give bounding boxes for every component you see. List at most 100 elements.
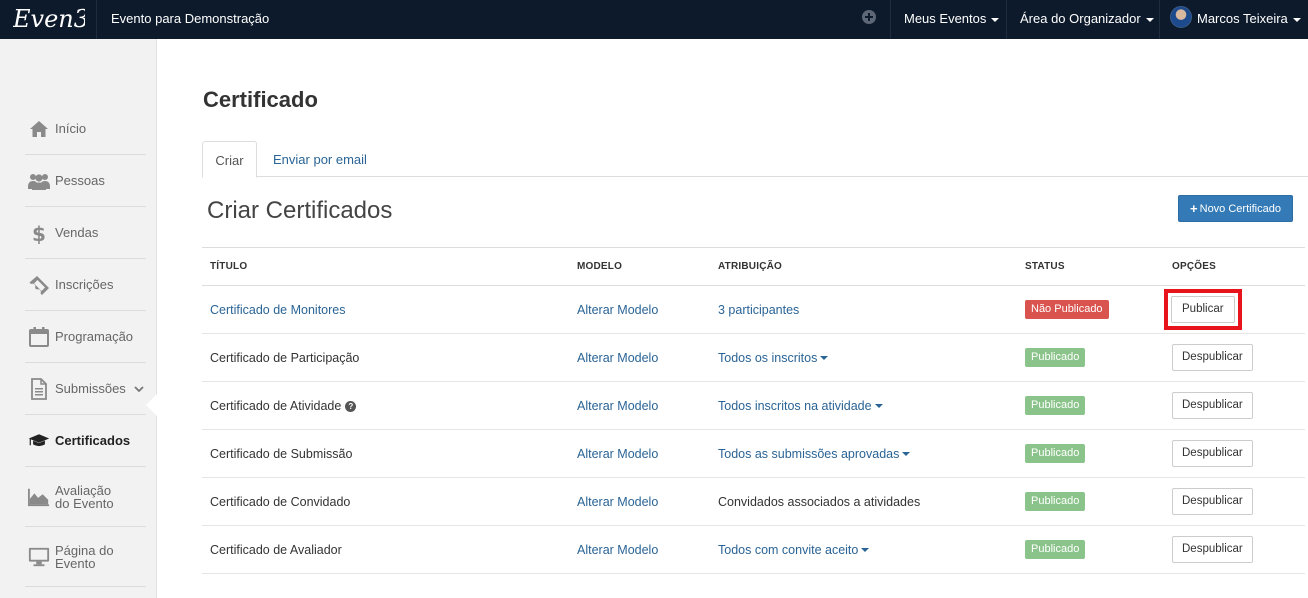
column-header-modelo[interactable]: MODELO [569,247,710,286]
assignment-label: Todos inscritos na atividade [718,398,872,413]
caret-down-icon [902,452,911,457]
unpublish-button[interactable]: Despublicar [1172,536,1253,563]
sidebar-item-pessoas[interactable]: Pessoas [25,155,146,207]
column-header-titulo[interactable]: TÍTULO [202,247,569,286]
dollar-icon: $ [28,222,50,244]
new-certificate-button[interactable]: + Novo Certificado [1178,195,1293,222]
cell-status: Publicado [1017,381,1164,430]
unpublish-button[interactable]: Despublicar [1172,488,1253,515]
sidebar-item-pagina-evento[interactable]: Página do Evento [25,527,146,587]
add-event-icon[interactable] [862,10,876,24]
certificate-title-link[interactable]: Certificado de Monitores [210,303,345,317]
sidebar-item-vendas[interactable]: $ Vendas [25,207,146,259]
cell-model: Alterar Modelo [569,477,710,526]
area-organizador-menu[interactable]: Área do Organizador [1020,11,1154,26]
assignment-dropdown[interactable]: Todos inscritos na atividade [718,399,883,413]
cell-options: Despublicar [1164,333,1305,382]
sidebar-item-submissoes[interactable]: Submissões [25,363,146,415]
sidebar-item-label: Submissões [55,381,126,396]
cell-options: Despublicar [1164,429,1305,478]
assignment-dropdown[interactable]: Todos com convite aceito [718,542,870,557]
change-model-link[interactable]: Alterar Modelo [577,543,658,557]
cell-model: Alterar Modelo [569,285,710,334]
cell-model: Alterar Modelo [569,429,710,478]
cell-title: Certificado de Atividade? [202,381,569,430]
user-menu[interactable]: Marcos Teixeira [1197,11,1301,26]
caret-down-icon [1292,17,1301,22]
certificate-title: Certificado de Atividade [210,398,342,413]
assignment-link[interactable]: 3 participantes [718,303,799,317]
divider [1159,0,1160,39]
plus-icon: + [1190,201,1198,216]
meus-eventos-menu[interactable]: Meus Eventos [904,11,1000,26]
cell-status: Publicado [1017,477,1164,526]
graduation-cap-icon [28,430,50,452]
assignment-label: Todos com convite aceito [718,542,859,557]
event-name[interactable]: Evento para Demonstração [111,11,269,26]
sidebar-item-inscricoes[interactable]: Inscrições [25,259,146,311]
table-row: Certificado de Participação Alterar Mode… [202,333,1305,382]
cell-assignment: Todos os inscritos [710,333,1017,382]
cell-status: Publicado [1017,333,1164,382]
table-row: Certificado de Avaliador Alterar Modelo … [202,525,1305,574]
column-header-atribuicao[interactable]: ATRIBUIÇÃO [710,247,1017,286]
even3-logo[interactable]: Even3 [0,0,97,39]
cell-model: Alterar Modelo [569,381,710,430]
caret-down-icon [820,356,829,361]
ticket-icon [28,274,50,296]
cell-title: Certificado de Submissão [202,429,569,478]
meus-eventos-label: Meus Eventos [904,11,987,26]
publish-button[interactable]: Publicar [1171,296,1235,323]
caret-down-icon [874,404,883,409]
change-model-link[interactable]: Alterar Modelo [577,447,658,461]
cell-options: Despublicar [1164,525,1305,574]
user-name: Marcos Teixeira [1197,11,1288,26]
section-title: Criar Certificados [207,197,393,224]
sidebar-item-label: Programação [55,329,134,344]
tab-enviar-por-email[interactable]: Enviar por email [273,141,367,177]
unpublish-button[interactable]: Despublicar [1172,344,1253,371]
sidebar-item-programacao[interactable]: Programação [25,311,146,363]
certificate-title: Certificado de Submissão [210,446,353,461]
caret-down-icon [1145,17,1154,22]
page-title: Certificado [203,87,318,112]
sidebar-item-label: Início [55,121,87,136]
table-row: Certificado de Convidado Alterar Modelo … [202,477,1305,526]
sidebar-item-label: Inscrições [55,277,114,292]
status-badge: Publicado [1025,348,1086,367]
unpublish-button[interactable]: Despublicar [1172,392,1253,419]
label-line: do Evento [55,495,114,511]
caret-down-icon [861,548,870,553]
status-badge: Publicado [1025,396,1086,415]
avatar[interactable] [1170,6,1192,28]
change-model-link[interactable]: Alterar Modelo [577,303,658,317]
status-badge: Publicado [1025,444,1086,463]
users-icon [28,170,50,192]
sidebar-item-avaliacao[interactable]: Avaliação do Evento [25,467,146,527]
top-navbar: Even3 Evento para Demonstração Meus Even… [0,0,1308,39]
help-icon[interactable]: ? [345,400,357,412]
svg-text:Even3: Even3 [13,5,85,33]
table-header-row: TÍTULO MODELO ATRIBUIÇÃO STATUS OPÇÕES [202,247,1305,286]
column-header-status[interactable]: STATUS [1017,247,1164,286]
change-model-link[interactable]: Alterar Modelo [577,399,658,413]
sidebar-item-inicio[interactable]: Início [25,103,146,155]
status-badge: Publicado [1025,492,1086,511]
change-model-link[interactable]: Alterar Modelo [577,495,658,509]
svg-text:$: $ [32,222,46,244]
cell-title: Certificado de Monitores [202,285,569,334]
sidebar-item-certificados[interactable]: Certificados [25,415,146,467]
cell-assignment: Todos inscritos na atividade [710,381,1017,430]
caret-down-icon [991,17,1000,22]
assignment-dropdown[interactable]: Todos as submissões aprovadas [718,447,911,461]
certificate-title: Certificado de Convidado [210,494,351,509]
divider [890,0,891,39]
sidebar: Início Pessoas $ Vendas Inscrições Progr… [0,39,157,598]
sidebar-item-label: Pessoas [55,173,105,188]
status-badge: Publicado [1025,540,1086,559]
change-model-link[interactable]: Alterar Modelo [577,351,658,365]
assignment-dropdown[interactable]: Todos os inscritos [718,351,829,365]
unpublish-button[interactable]: Despublicar [1172,440,1253,467]
tab-criar[interactable]: Criar [202,141,257,178]
calendar-icon [28,326,50,348]
